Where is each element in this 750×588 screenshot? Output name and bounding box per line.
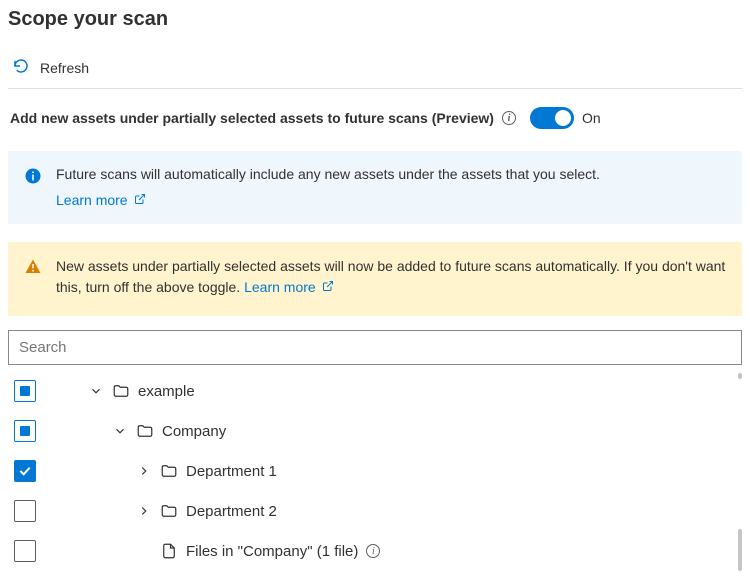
chevron-down-icon[interactable] xyxy=(112,423,128,439)
refresh-label: Refresh xyxy=(40,60,89,76)
scrollbar-top[interactable] xyxy=(738,373,742,379)
external-link-icon xyxy=(322,277,334,298)
info-solid-icon xyxy=(24,172,42,188)
info-banner: Future scans will automatically include … xyxy=(8,151,742,224)
page-title: Scope your scan xyxy=(8,4,742,31)
tree-label: Department 1 xyxy=(186,463,277,480)
checkbox[interactable] xyxy=(14,380,36,402)
warning-banner: New assets under partially selected asse… xyxy=(8,242,742,316)
checkbox[interactable] xyxy=(14,540,36,562)
checkbox[interactable] xyxy=(14,420,36,442)
tree-label: Files in "Company" (1 file) xyxy=(186,543,358,560)
search-input[interactable] xyxy=(8,330,742,365)
tree-row[interactable]: Department 1 xyxy=(8,451,742,491)
toggle-row: Add new assets under partially selected … xyxy=(8,107,742,129)
separator xyxy=(8,88,742,89)
preview-toggle[interactable] xyxy=(530,107,574,129)
toggle-knob xyxy=(555,110,571,126)
external-link-icon xyxy=(134,191,146,211)
tree-label: example xyxy=(138,383,195,400)
tree-row[interactable]: Department 2 xyxy=(8,491,742,531)
tree-label: Department 2 xyxy=(186,503,277,520)
tree-label: Company xyxy=(162,423,226,440)
refresh-button[interactable]: Refresh xyxy=(8,51,742,88)
warning-banner-text: New assets under partially selected asse… xyxy=(56,258,725,295)
checkbox[interactable] xyxy=(14,460,36,482)
info-icon[interactable]: i xyxy=(366,544,380,558)
folder-icon xyxy=(112,382,130,400)
asset-tree: example Company Department 1 Department 2 Fi… xyxy=(8,371,742,571)
learn-more-label: Learn more xyxy=(244,277,316,298)
refresh-icon xyxy=(12,57,30,78)
warning-learn-more-link[interactable]: Learn more xyxy=(244,277,334,298)
file-icon xyxy=(160,542,178,560)
chevron-placeholder xyxy=(136,543,152,559)
checkbox[interactable] xyxy=(14,500,36,522)
tree-row[interactable]: Files in "Company" (1 file) i xyxy=(8,531,742,571)
tree-row[interactable]: example xyxy=(8,371,742,411)
warning-icon xyxy=(24,263,42,279)
toggle-state-label: On xyxy=(582,110,601,126)
chevron-right-icon[interactable] xyxy=(136,463,152,479)
chevron-down-icon[interactable] xyxy=(88,383,104,399)
folder-icon xyxy=(160,462,178,480)
toggle-label: Add new assets under partially selected … xyxy=(10,110,494,126)
info-learn-more-link[interactable]: Learn more xyxy=(56,191,146,211)
folder-icon xyxy=(136,422,154,440)
scrollbar[interactable] xyxy=(738,529,742,571)
chevron-right-icon[interactable] xyxy=(136,503,152,519)
tree-row[interactable]: Company xyxy=(8,411,742,451)
info-banner-text: Future scans will automatically include … xyxy=(56,165,726,185)
learn-more-label: Learn more xyxy=(56,191,128,211)
info-icon[interactable]: i xyxy=(502,111,516,125)
folder-icon xyxy=(160,502,178,520)
